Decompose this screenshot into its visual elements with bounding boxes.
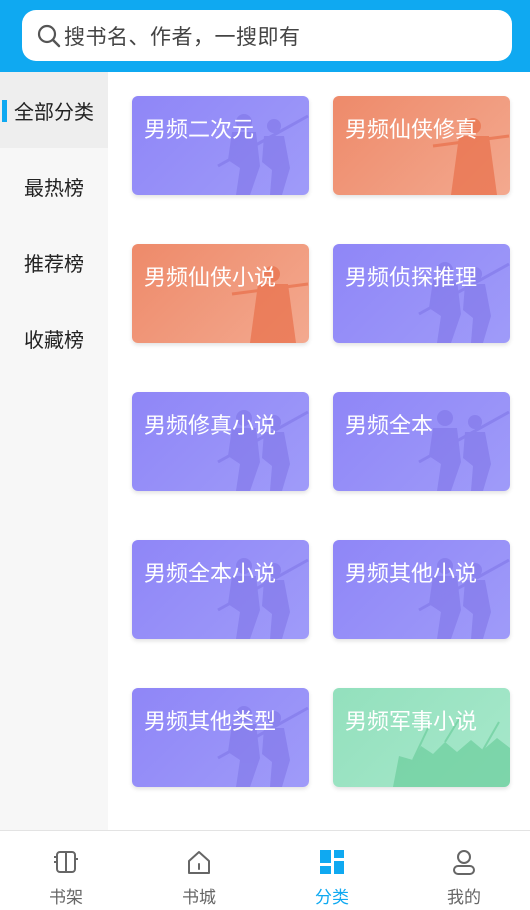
category-grid-icon [320,850,344,874]
tab-bookshelf[interactable]: 书架 [0,831,132,910]
xianxia-warrior-illustration-icon [231,266,309,343]
category-card-label: 男频仙侠小说 [144,266,277,291]
tab-bookstore[interactable]: 书城 [133,831,265,910]
category-card[interactable]: 男频仙侠小说 [132,244,309,343]
swordsman-illustration-icon [217,558,309,639]
category-card-label: 男频其他类型 [144,710,277,735]
category-card[interactable]: 男频其他类型 [132,688,309,787]
sidebar-item-hottest[interactable]: 最热榜 [0,148,108,224]
category-card[interactable]: 男频侦探推理 [333,244,510,343]
tab-label: 书架 [49,888,83,908]
category-card-label: 男频侦探推理 [345,266,478,291]
tab-profile[interactable]: 我的 [398,831,530,910]
category-card-label: 男频军事小说 [345,710,478,735]
category-card[interactable]: 男频修真小说 [132,392,309,491]
category-sidebar: 全部分类 最热榜 推荐榜 收藏榜 [0,72,108,830]
sidebar-item-label: 最热榜 [24,175,84,200]
search-input[interactable]: 搜书名、作者，一搜即有 [22,10,512,61]
top-bar: 搜书名、作者，一搜即有 [0,0,530,72]
category-card-label: 男频修真小说 [144,414,277,439]
tab-label: 书城 [182,888,216,908]
swordsman-illustration-icon [217,410,309,491]
tab-label: 分类 [315,888,349,908]
category-card-label: 男频二次元 [144,118,255,143]
sidebar-item-label: 收藏榜 [24,327,84,352]
sidebar-item-label: 推荐榜 [24,251,84,276]
home-icon [188,851,210,874]
search-placeholder: 搜书名、作者，一搜即有 [64,24,301,49]
sidebar-item-recommended[interactable]: 推荐榜 [0,224,108,300]
swordsman-illustration-icon [217,706,309,787]
swordsman-illustration-icon [418,558,510,639]
category-card[interactable]: 男频二次元 [132,96,309,195]
sidebar-item-favorites[interactable]: 收藏榜 [0,300,108,376]
search-icon [37,24,61,47]
category-card-label: 男频全本小说 [144,562,277,587]
army-illustration-icon [393,715,510,787]
category-card[interactable]: 男频仙侠修真 [333,96,510,195]
category-card-label: 男频仙侠修真 [345,118,478,143]
category-grid: 男频二次元 男频仙侠修真 男频仙侠小说 男频侦探推理 男频修真小说 男频全本 男… [108,72,530,830]
swordsman-illustration-icon [418,410,510,491]
swordsman-illustration-icon [418,262,510,343]
tab-label: 我的 [447,888,481,908]
bottom-tab-bar: 书架 书城 分类 我的 [0,830,530,910]
category-card-label: 男频全本 [345,414,434,439]
category-card[interactable]: 男频军事小说 [333,688,510,787]
category-card[interactable]: 男频其他小说 [333,540,510,639]
bookshelf-icon [54,851,78,873]
sidebar-item-all-categories[interactable]: 全部分类 [0,72,108,148]
category-card-label: 男频其他小说 [345,562,478,587]
sidebar-item-label: 全部分类 [14,99,94,124]
category-card[interactable]: 男频全本 [333,392,510,491]
category-card[interactable]: 男频全本小说 [132,540,309,639]
user-icon [453,850,475,875]
swordsman-illustration-icon [217,114,309,195]
xianxia-warrior-illustration-icon [432,118,510,195]
tab-category[interactable]: 分类 [266,831,398,910]
